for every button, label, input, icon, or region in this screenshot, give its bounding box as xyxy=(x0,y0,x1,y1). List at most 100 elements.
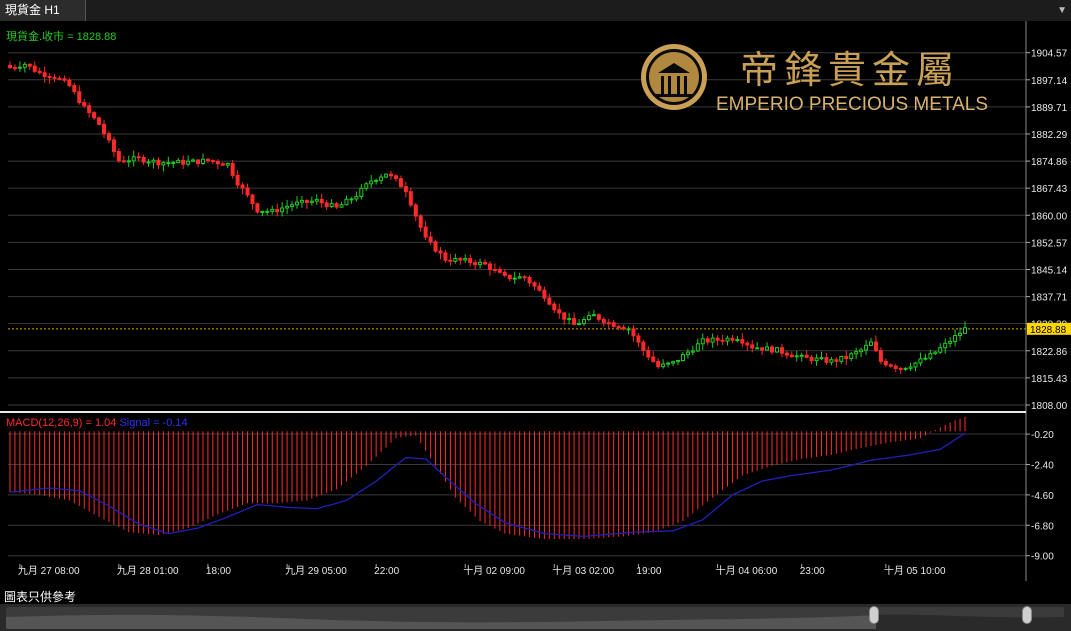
current-price-tag-label: 1828.88 xyxy=(1030,325,1067,336)
chart-scrollbar[interactable] xyxy=(0,604,1071,631)
candle-body xyxy=(453,258,458,262)
candle-body xyxy=(725,337,730,342)
candle-body xyxy=(953,335,958,343)
candle-body xyxy=(864,344,869,351)
tab-dropdown-arrow-icon[interactable]: ▼ xyxy=(1057,0,1067,21)
candle-body xyxy=(245,187,250,196)
candle-body xyxy=(676,360,681,363)
candle-body xyxy=(280,207,285,213)
candle-body xyxy=(656,360,661,368)
candle-body xyxy=(72,85,77,93)
candle-body xyxy=(646,349,651,358)
candle-body xyxy=(868,341,873,346)
candle-body xyxy=(948,341,953,344)
candle-body xyxy=(389,173,394,177)
candle-body xyxy=(671,361,676,364)
candle-body xyxy=(794,355,799,358)
y-tick-label: 1808.00 xyxy=(1031,401,1068,412)
x-tick-label: 十月 04 06:00 xyxy=(716,564,778,577)
macd-tick-label: -6.80 xyxy=(1031,521,1054,532)
candle-body xyxy=(47,76,52,79)
candle-body xyxy=(131,156,136,162)
candle-body xyxy=(873,341,878,352)
candle-body xyxy=(225,163,230,166)
candle-body xyxy=(685,351,690,356)
candle-body xyxy=(715,337,720,341)
x-tick-label: 九月 29 05:00 xyxy=(285,565,347,577)
candle-body xyxy=(62,78,67,81)
candle-body xyxy=(799,354,804,357)
candle-body xyxy=(121,160,126,163)
candle-body xyxy=(359,187,364,198)
candle-body xyxy=(12,67,17,70)
y-tick-label: 1845.14 xyxy=(1031,266,1068,277)
candle-body xyxy=(57,77,62,80)
candle-body xyxy=(141,156,146,163)
candle-body xyxy=(483,261,488,265)
chart-tab-bar: 現貨金 H1 ▼ xyxy=(0,0,1071,22)
scrollbar-right-handle[interactable] xyxy=(1022,606,1032,624)
candle-body xyxy=(77,91,82,104)
candle-body xyxy=(819,357,824,360)
candle-body xyxy=(255,203,260,213)
disclaimer-note: 圖表只供參考 xyxy=(4,590,77,604)
candle-body xyxy=(220,163,225,166)
candle-body xyxy=(438,250,443,254)
candle-body xyxy=(527,277,532,284)
candle-body xyxy=(839,355,844,362)
candle-body xyxy=(512,277,517,280)
candle-body xyxy=(552,303,557,311)
candle-body xyxy=(923,357,928,360)
candle-body xyxy=(210,160,215,163)
candle-body xyxy=(621,326,626,330)
x-tick-label: 九月 28 01:00 xyxy=(117,565,179,577)
candle-body xyxy=(176,159,181,164)
candle-body xyxy=(200,158,205,164)
candle-body xyxy=(270,209,275,212)
tab-gold-h1[interactable]: 現貨金 H1 xyxy=(0,0,86,21)
candle-body xyxy=(37,70,42,74)
candle-body xyxy=(547,297,552,305)
candle-body xyxy=(146,161,151,164)
candle-body xyxy=(809,356,814,362)
candle-body xyxy=(22,63,27,68)
candle-body xyxy=(849,353,854,360)
candle-body xyxy=(250,194,255,205)
candle-body xyxy=(240,184,245,189)
candle-body xyxy=(67,79,72,87)
candle-body xyxy=(32,65,37,72)
candle-body xyxy=(765,346,770,351)
x-tick-label: 23:00 xyxy=(800,566,825,577)
candle-body xyxy=(591,314,596,317)
candle-body xyxy=(418,215,423,228)
candle-body xyxy=(507,274,512,280)
candle-body xyxy=(171,162,176,165)
candle-body xyxy=(393,175,398,180)
candle-body xyxy=(151,159,156,163)
candle-body xyxy=(522,276,527,279)
candle-body xyxy=(492,269,497,272)
price-chart[interactable]: 1904.57 1897.14 1889.71 1882.29 1874.86 1867.… xyxy=(0,21,1071,581)
candle-body xyxy=(804,354,809,358)
candle-body xyxy=(581,319,586,324)
candle-body xyxy=(532,282,537,287)
scrollbar-left-handle[interactable] xyxy=(869,606,879,624)
candle-body xyxy=(8,64,12,69)
candle-body xyxy=(428,236,433,243)
candle-body xyxy=(745,342,750,346)
candle-body xyxy=(379,176,384,181)
candle-body xyxy=(339,204,344,208)
candle-body xyxy=(463,258,468,261)
candle-body xyxy=(903,367,908,370)
candle-body xyxy=(760,347,765,351)
candle-body xyxy=(824,357,829,363)
y-tick-label: 1882.29 xyxy=(1031,130,1068,141)
candle-body xyxy=(260,210,265,213)
candle-body xyxy=(111,139,116,152)
candle-body xyxy=(557,309,562,314)
x-tick-label: 19:00 xyxy=(636,566,661,577)
scrollbar-track[interactable] xyxy=(6,607,1064,629)
candle-body xyxy=(883,360,888,366)
candle-body xyxy=(700,338,705,345)
time-axis: 九月 27 08:00 九月 28 01:00 18:00 九月 29 05:00 22… xyxy=(18,564,946,577)
